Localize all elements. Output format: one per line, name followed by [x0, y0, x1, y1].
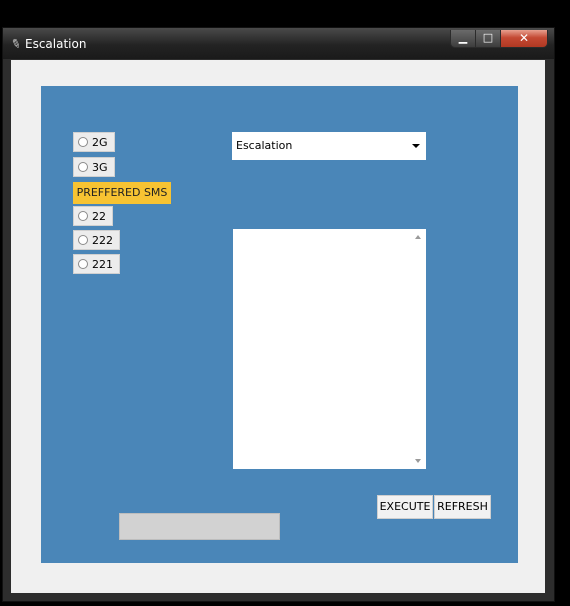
radio-label: 3G — [92, 161, 108, 174]
vertical-scrollbar[interactable] — [412, 229, 426, 469]
dropdown-selected-value: Escalation — [236, 139, 293, 152]
window-controls: ▁ □ ✕ — [450, 30, 548, 48]
radio-indicator-icon — [78, 259, 88, 269]
radio-indicator-icon — [78, 137, 88, 147]
feather-icon: ✎ — [8, 35, 24, 53]
title-bar[interactable]: ✎ Escalation ▁ □ ✕ — [3, 28, 554, 59]
minimize-button[interactable]: ▁ — [450, 30, 476, 48]
app-window: ✎ Escalation ▁ □ ✕ 2G 3G PREFFERED SMS 2… — [2, 27, 555, 602]
escalation-dropdown[interactable]: Escalation — [232, 132, 426, 160]
radio-3g[interactable]: 3G — [73, 157, 115, 177]
chevron-down-icon[interactable] — [412, 144, 420, 148]
radio-indicator-icon — [78, 162, 88, 172]
execute-button[interactable]: EXECUTE — [377, 495, 433, 519]
radio-221[interactable]: 221 — [73, 254, 120, 274]
output-textarea[interactable] — [233, 229, 426, 469]
radio-22[interactable]: 22 — [73, 206, 113, 226]
maximize-button[interactable]: □ — [476, 30, 501, 48]
client-area: 2G 3G PREFFERED SMS 22 222 221 Escalatio… — [11, 60, 545, 593]
close-button[interactable]: ✕ — [501, 30, 548, 48]
radio-label: 2G — [92, 136, 108, 149]
radio-label: 222 — [92, 234, 113, 247]
progress-bar — [119, 513, 280, 540]
scroll-down-icon[interactable] — [415, 459, 421, 463]
refresh-button[interactable]: REFRESH — [434, 495, 491, 519]
scroll-up-icon[interactable] — [415, 235, 421, 239]
radio-222[interactable]: 222 — [73, 230, 120, 250]
radio-indicator-icon — [78, 211, 88, 221]
window-title: Escalation — [25, 37, 87, 51]
preferred-sms-label: PREFFERED SMS — [73, 182, 171, 204]
radio-indicator-icon — [78, 235, 88, 245]
radio-label: 22 — [92, 210, 106, 223]
main-panel: 2G 3G PREFFERED SMS 22 222 221 Escalatio… — [41, 86, 518, 563]
radio-label: 221 — [92, 258, 113, 271]
radio-2g[interactable]: 2G — [73, 132, 115, 152]
